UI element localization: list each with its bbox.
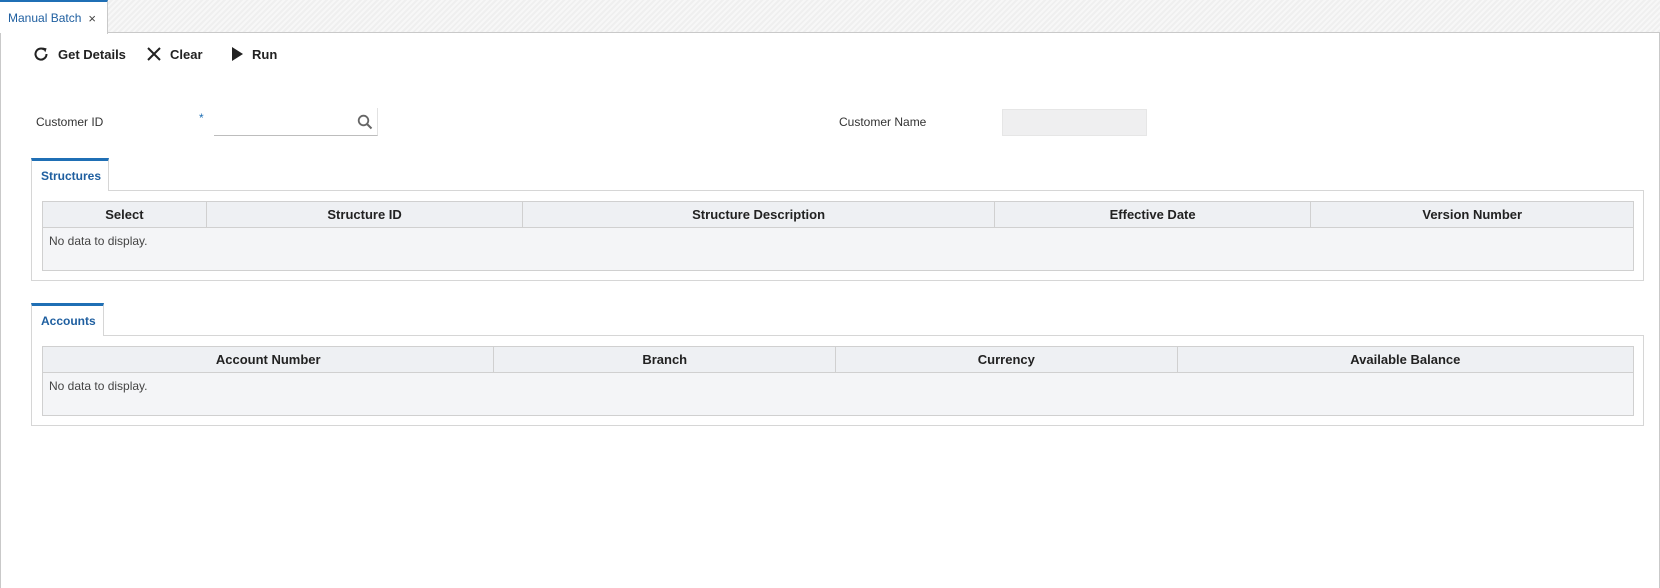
close-icon[interactable]: × [88,11,96,26]
required-marker: * [199,111,204,125]
column-header-available-balance[interactable]: Available Balance [1178,347,1633,372]
customer-name-field [1002,109,1147,136]
tab-structures[interactable]: Structures [31,158,109,191]
tab-manual-batch[interactable]: Manual Batch × [0,0,108,34]
customer-id-input[interactable] [214,108,354,134]
column-header-account-number[interactable]: Account Number [43,347,495,372]
structures-grid: Select Structure ID Structure Descriptio… [42,201,1634,271]
refresh-icon [34,47,48,61]
structures-empty-message: No data to display. [43,228,1633,270]
structures-grid-header: Select Structure ID Structure Descriptio… [43,202,1633,228]
clear-label: Clear [170,46,203,62]
play-icon [232,47,243,61]
customer-id-field [214,108,378,136]
clear-icon [147,47,161,61]
column-header-effective-date[interactable]: Effective Date [995,202,1312,227]
accounts-grid: Account Number Branch Currency Available… [42,346,1634,416]
tab-strip: Manual Batch × [0,0,1660,34]
get-details-label: Get Details [58,46,126,62]
column-header-structure-id[interactable]: Structure ID [207,202,524,227]
tab-label: Manual Batch [8,11,82,25]
search-icon[interactable] [356,113,374,131]
run-button[interactable]: Run [230,44,277,64]
column-header-select[interactable]: Select [43,202,207,227]
get-details-button[interactable]: Get Details [32,44,126,64]
run-label: Run [252,46,278,62]
clear-button[interactable]: Clear [146,44,203,64]
column-header-currency[interactable]: Currency [836,347,1178,372]
customer-id-label: Customer ID [36,115,104,129]
column-header-version-number[interactable]: Version Number [1311,202,1633,227]
tab-accounts[interactable]: Accounts [31,303,104,336]
column-header-structure-description[interactable]: Structure Description [523,202,995,227]
column-header-branch[interactable]: Branch [494,347,837,372]
accounts-empty-message: No data to display. [43,373,1633,415]
customer-name-label: Customer Name [839,115,927,129]
accounts-grid-header: Account Number Branch Currency Available… [43,347,1633,373]
